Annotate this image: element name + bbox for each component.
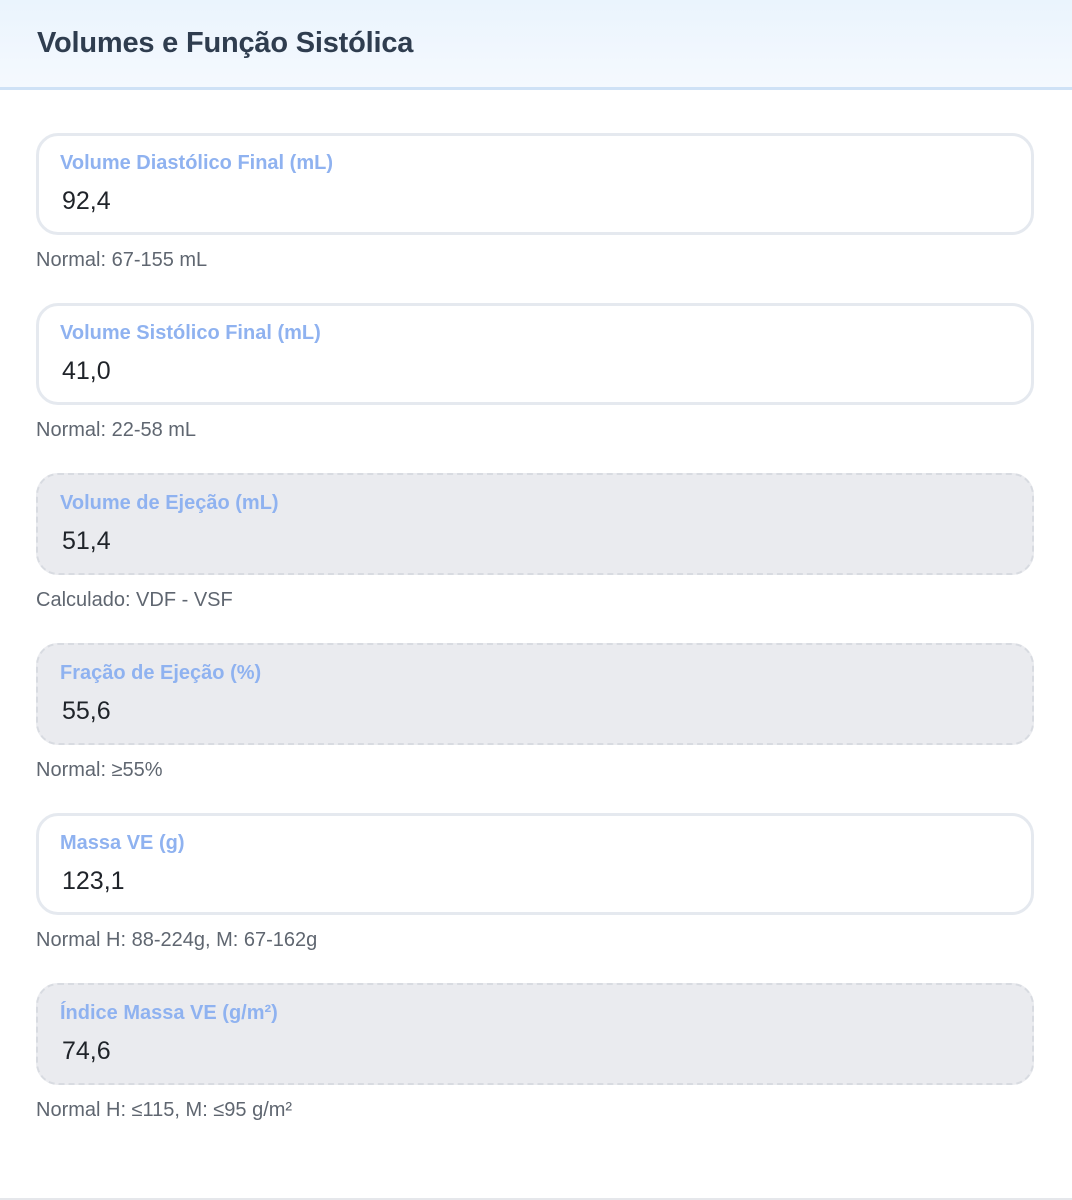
lv-mass-index-label: Índice Massa VE (g/m²) [60,1002,278,1024]
field-group-ejection-fraction: Fração de Ejeção (%) Normal: ≥55% [36,643,1034,782]
vsf-hint: Normal: 22-58 mL [36,419,197,441]
ejection-fraction-value [60,695,1010,727]
stroke-volume-value [60,525,1010,557]
stroke-volume-label: Volume de Ejeção (mL) [60,492,279,514]
ejection-fraction-hint: Normal: ≥55% [36,759,163,781]
section-header: Volumes e Função Sistólica [0,0,1072,90]
vsf-label: Volume Sistólico Final (mL) [60,322,321,344]
vdf-label: Volume Diastólico Final (mL) [60,152,333,174]
vdf-input[interactable] [60,185,1010,217]
lv-mass-label: Massa VE (g) [60,832,185,854]
lv-mass-index-value [60,1035,1010,1067]
ejection-fraction-field: Fração de Ejeção (%) [36,643,1034,745]
field-group-stroke-volume: Volume de Ejeção (mL) Calculado: VDF - V… [36,473,1034,612]
stroke-volume-field: Volume de Ejeção (mL) [36,473,1034,575]
ejection-fraction-label: Fração de Ejeção (%) [60,662,262,684]
lv-mass-hint: Normal H: 88-224g, M: 67-162g [36,929,318,951]
stroke-volume-hint: Calculado: VDF - VSF [36,589,233,611]
lv-mass-index-field: Índice Massa VE (g/m²) [36,983,1034,1085]
vdf-field[interactable]: Volume Diastólico Final (mL) [36,133,1034,235]
lv-mass-field[interactable]: Massa VE (g) [36,813,1034,915]
vdf-hint: Normal: 67-155 mL [36,249,208,271]
fields-list: Volume Diastólico Final (mL) Normal: 67-… [0,90,1072,1122]
field-group-lv-mass-index: Índice Massa VE (g/m²) Normal H: ≤115, M… [36,983,1034,1122]
section-title: Volumes e Função Sistólica [37,27,414,59]
field-group-lv-mass: Massa VE (g) Normal H: 88-224g, M: 67-16… [36,813,1034,952]
vsf-input[interactable] [60,355,1010,387]
vsf-field[interactable]: Volume Sistólico Final (mL) [36,303,1034,405]
systolic-function-panel: Volumes e Função Sistólica Volume Diastó… [0,0,1072,1200]
lv-mass-index-hint: Normal H: ≤115, M: ≤95 g/m² [36,1099,293,1121]
field-group-vdf: Volume Diastólico Final (mL) Normal: 67-… [36,133,1034,272]
field-group-vsf: Volume Sistólico Final (mL) Normal: 22-5… [36,303,1034,442]
lv-mass-input[interactable] [60,865,1010,897]
